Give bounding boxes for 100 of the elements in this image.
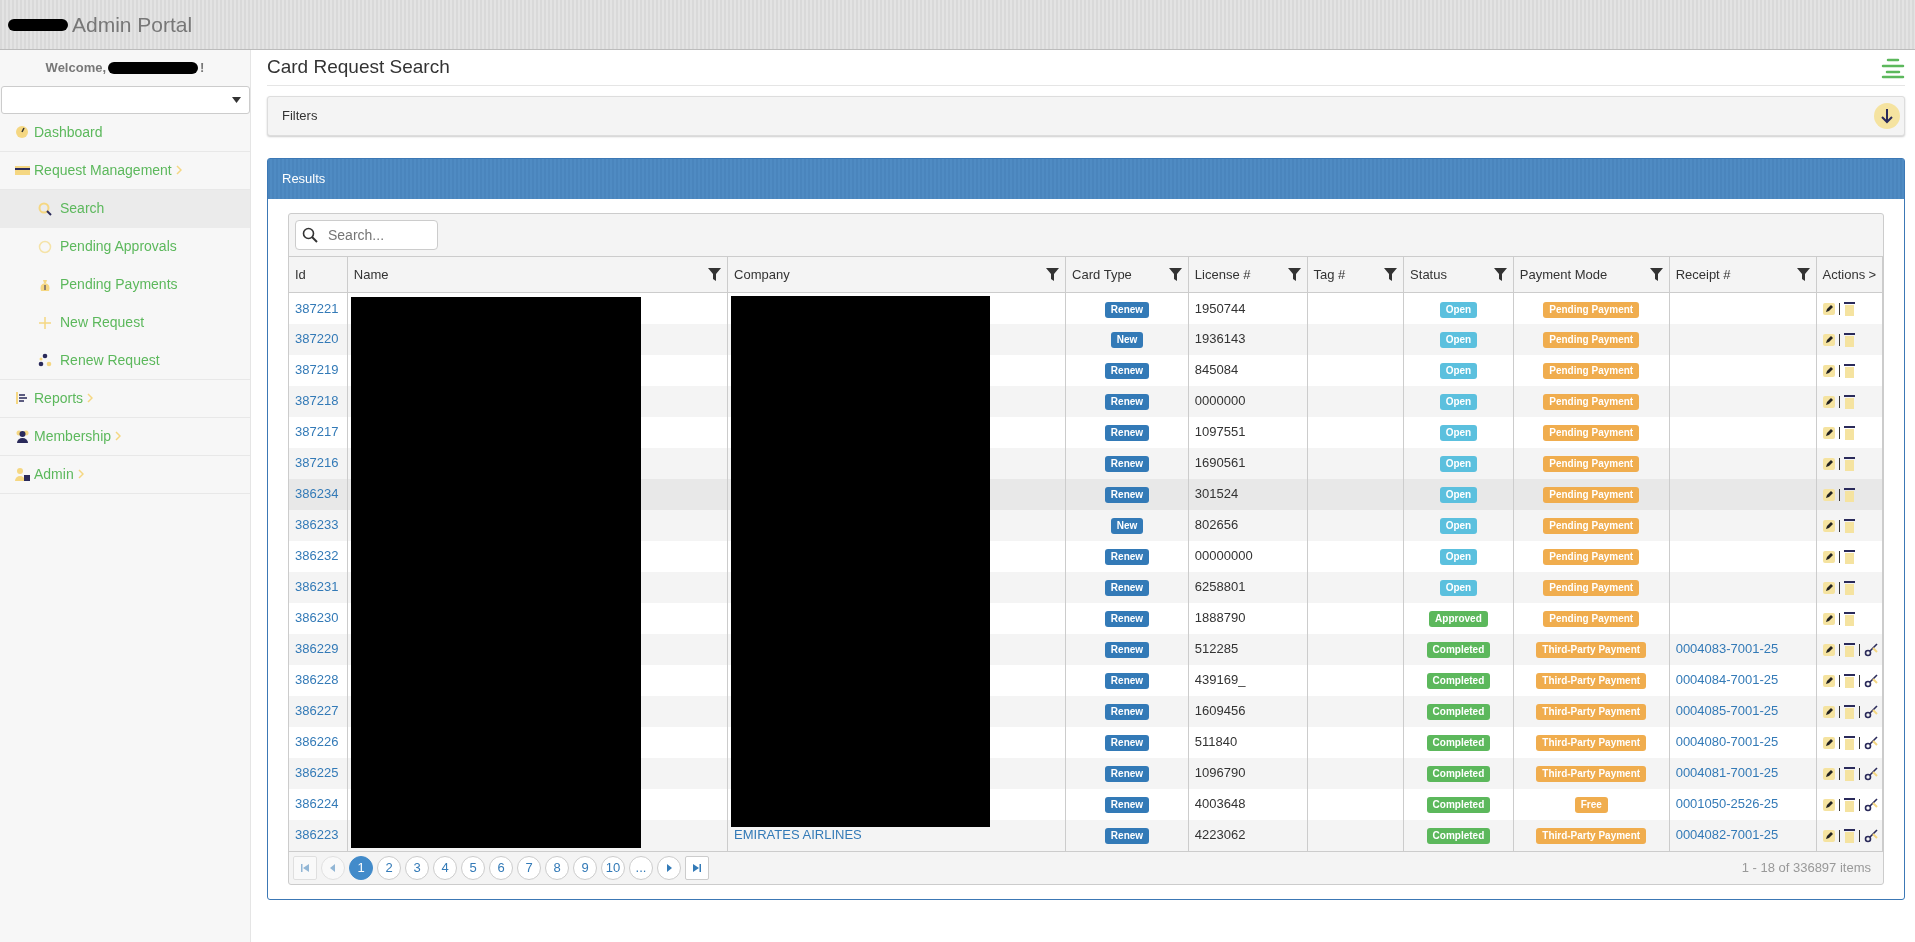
id-link[interactable]: 386231 [295,579,339,595]
column-header[interactable]: Name [347,256,728,293]
pencil-icon[interactable] [1822,426,1835,439]
status-badge: Completed [1426,673,1491,690]
page-button[interactable]: 4 [433,855,457,880]
id-link[interactable]: 387218 [295,393,339,409]
column-header[interactable]: Company [727,256,1066,293]
id-link[interactable]: 386233 [295,517,339,533]
search-field[interactable]: Search... [295,220,438,250]
status-badge: Open [1439,425,1478,442]
pencil-icon[interactable] [1822,674,1835,687]
pencil-icon[interactable] [1822,643,1835,656]
key-icon[interactable] [1863,766,1878,781]
column-header[interactable]: Payment Mode [1513,256,1670,293]
key-icon[interactable] [1863,673,1878,688]
menu-item[interactable]: Membership [0,417,250,456]
pencil-icon[interactable] [1822,457,1835,470]
license-number: 845084 [1194,362,1239,378]
key-icon[interactable] [1863,642,1878,657]
menu-item[interactable]: Request Management [0,151,250,190]
next-page-button[interactable] [657,855,681,880]
column-header[interactable]: Receipt # [1669,256,1817,293]
page-button[interactable]: 2 [377,855,401,880]
id-link[interactable]: 386229 [295,641,339,657]
filters-panel[interactable]: Filters [267,96,1905,136]
select-field[interactable] [1,85,250,114]
trash-icon[interactable] [1843,549,1855,564]
last-page-button[interactable] [685,855,709,880]
pencil-icon[interactable] [1822,395,1835,408]
key-icon[interactable] [1863,797,1878,812]
column-header[interactable]: Actions > [1816,256,1883,293]
id-link[interactable]: 387220 [295,331,339,347]
key-icon[interactable] [1863,735,1878,750]
trash-icon[interactable] [1843,518,1855,533]
id-link[interactable]: 387216 [295,455,339,471]
column-header[interactable]: Card Type [1065,256,1189,293]
pencil-icon[interactable] [1822,333,1835,346]
trash-icon[interactable] [1843,704,1855,719]
trash-icon[interactable] [1843,766,1855,781]
list-icon [15,390,30,406]
column-header[interactable]: Id [289,256,348,293]
id-link[interactable]: 386223 [295,827,339,843]
trash-icon[interactable] [1843,456,1855,471]
column-header[interactable]: Tag # [1307,256,1404,293]
receipt-link[interactable]: 0004082-7001-25 [1675,827,1779,843]
trash-icon[interactable] [1843,487,1855,502]
trash-icon[interactable] [1843,580,1855,595]
pencil-icon[interactable] [1822,519,1835,532]
menu-item[interactable]: Pending Approvals [0,227,250,266]
pencil-icon[interactable] [1822,612,1835,625]
company-link[interactable]: EMIRATES AIRLINES [734,827,862,843]
gauge-icon [15,124,30,140]
trash-icon[interactable] [1843,425,1855,440]
page-button[interactable]: ... [629,855,653,880]
id-link[interactable]: 386225 [295,765,339,781]
page-button[interactable]: 10 [601,855,625,880]
trash-icon[interactable] [1843,735,1855,750]
pencil-icon[interactable] [1822,798,1835,811]
receipt-link[interactable]: 0004083-7001-25 [1675,641,1779,657]
menu-item[interactable]: Renew Request [0,341,250,380]
menu-item[interactable]: Dashboard [0,113,250,152]
pencil-icon[interactable] [1822,829,1835,842]
menu-item[interactable]: Reports [0,379,250,418]
trash-icon[interactable] [1843,302,1855,317]
app-title: Admin Portal [72,11,193,38]
pencil-icon[interactable] [1822,364,1835,377]
pencil-icon[interactable] [1822,488,1835,501]
pencil-icon[interactable] [1822,736,1835,749]
trash-icon[interactable] [1843,797,1855,812]
trash-icon[interactable] [1843,642,1855,657]
pencil-icon[interactable] [1822,550,1835,563]
trash-icon[interactable] [1843,611,1855,626]
page-button[interactable]: 5 [461,855,485,880]
receipt-link[interactable]: 0004081-7001-25 [1675,765,1779,781]
receipt-link[interactable]: 0004085-7001-25 [1675,703,1779,719]
page-button[interactable]: 1 [349,855,373,880]
payment-badge: Pending Payment [1543,611,1640,628]
menu-item[interactable]: Pending Payments [0,265,250,304]
menu-item[interactable]: New Request [0,303,250,342]
pencil-icon[interactable] [1822,303,1835,316]
trash-icon[interactable] [1843,363,1855,378]
key-icon[interactable] [1863,828,1878,843]
pencil-icon[interactable] [1822,767,1835,780]
pencil-icon[interactable] [1822,581,1835,594]
column-header[interactable]: Status [1403,256,1514,293]
scroll-right-button[interactable]: > [1868,264,1876,285]
page-button[interactable]: 8 [545,855,569,880]
trash-icon[interactable] [1843,673,1855,688]
page-button[interactable]: 9 [573,855,597,880]
pencil-icon[interactable] [1822,705,1835,718]
key-icon[interactable] [1863,704,1878,719]
column-header[interactable]: License # [1188,256,1308,293]
page-button[interactable]: 3 [405,855,429,880]
id-link[interactable]: 386227 [295,703,339,719]
trash-icon[interactable] [1843,394,1855,409]
page-button[interactable]: 6 [489,855,513,880]
trash-icon[interactable] [1843,828,1855,843]
trash-icon[interactable] [1843,332,1855,347]
card-type-badge: New [1110,518,1144,535]
page-button[interactable]: 7 [517,855,541,880]
